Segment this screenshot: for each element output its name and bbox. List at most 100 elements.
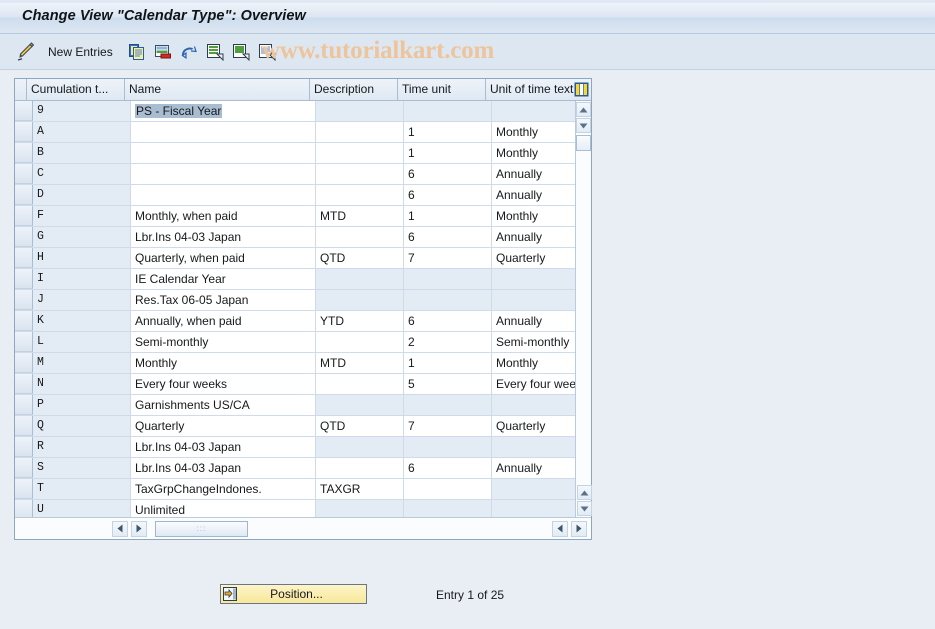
position-button[interactable]: Position... [220,584,367,604]
cell-description[interactable] [316,458,404,478]
cell-time-unit[interactable] [404,269,492,289]
cell-cumulation-type[interactable]: U [33,500,131,517]
cell-cumulation-type[interactable]: M [33,353,131,373]
row-selector-button[interactable] [15,374,33,394]
cell-time-unit[interactable] [404,437,492,457]
table-row[interactable]: H Quarterly, when paid QTD 7 Quarterly [15,248,591,269]
cell-description[interactable]: QTD [316,416,404,436]
undo-icon[interactable] [177,41,201,63]
header-time-unit[interactable]: Time unit [398,79,486,100]
table-row[interactable]: B 1 Monthly [15,143,591,164]
table-horizontal-scrollbar[interactable]: ::: [15,517,591,539]
cell-name[interactable]: Garnishments US/CA [131,395,316,415]
pencil-icon[interactable] [14,41,38,63]
cell-cumulation-type[interactable]: R [33,437,131,457]
cell-description[interactable]: MTD [316,206,404,226]
header-row-selector[interactable] [15,79,27,100]
cell-description[interactable] [316,437,404,457]
cell-cumulation-type[interactable]: 9 [33,101,131,121]
table-row[interactable]: J Res.Tax 06-05 Japan [15,290,591,311]
cell-name[interactable]: Monthly [131,353,316,373]
cell-name[interactable]: Quarterly, when paid [131,248,316,268]
row-selector-button[interactable] [15,269,33,289]
table-row[interactable]: P Garnishments US/CA [15,395,591,416]
scroll-thumb-vertical[interactable] [576,135,591,151]
cell-name[interactable]: Semi-monthly [131,332,316,352]
scroll-right-button[interactable] [131,520,147,537]
cell-cumulation-type[interactable]: Q [33,416,131,436]
new-entries-button[interactable]: New Entries [48,45,113,59]
cell-cumulation-type[interactable]: J [33,290,131,310]
cell-name[interactable]: Lbr.Ins 04-03 Japan [131,458,316,478]
row-selector-button[interactable] [15,500,33,517]
header-cumulation-type[interactable]: Cumulation t... [27,79,125,100]
cell-description[interactable] [316,143,404,163]
cell-description[interactable]: QTD [316,248,404,268]
cell-time-unit[interactable]: 1 [404,206,492,226]
scroll-far-left-button[interactable] [552,520,568,537]
cell-time-unit[interactable]: 6 [404,311,492,331]
cell-description[interactable] [316,290,404,310]
cell-name[interactable]: TaxGrpChangeIndones. [131,479,316,499]
cell-name[interactable] [131,185,316,205]
deselect-all-icon[interactable] [229,41,253,63]
cell-name[interactable]: Annually, when paid [131,311,316,331]
cell-description[interactable]: YTD [316,311,404,331]
row-selector-button[interactable] [15,206,33,226]
scroll-thumb-horizontal[interactable]: ::: [155,520,248,537]
table-row[interactable]: S Lbr.Ins 04-03 Japan 6 Annually [15,458,591,479]
cell-description[interactable] [316,185,404,205]
row-selector-button[interactable] [15,164,33,184]
cell-description[interactable] [316,332,404,352]
cell-cumulation-type[interactable]: B [33,143,131,163]
cell-time-unit[interactable]: 6 [404,227,492,247]
cell-name[interactable]: Lbr.Ins 04-03 Japan [131,437,316,457]
table-settings-icon[interactable] [574,82,590,98]
cell-time-unit[interactable]: 6 [404,458,492,478]
table-row[interactable]: 9 PS - Fiscal Year [15,101,591,122]
row-selector-button[interactable] [15,479,33,499]
cell-name[interactable] [131,164,316,184]
row-selector-button[interactable] [15,101,33,121]
cell-time-unit[interactable] [404,101,492,121]
cell-cumulation-type[interactable]: S [33,458,131,478]
cell-description[interactable] [316,395,404,415]
row-selector-button[interactable] [15,185,33,205]
cell-time-unit[interactable]: 7 [404,416,492,436]
table-row[interactable]: G Lbr.Ins 04-03 Japan 6 Annually [15,227,591,248]
cell-cumulation-type[interactable]: G [33,227,131,247]
table-row[interactable]: D 6 Annually [15,185,591,206]
table-row[interactable]: F Monthly, when paid MTD 1 Monthly [15,206,591,227]
copy-icon[interactable] [125,41,149,63]
cell-cumulation-type[interactable]: L [33,332,131,352]
cell-time-unit[interactable]: 6 [404,164,492,184]
row-selector-button[interactable] [15,395,33,415]
cell-time-unit[interactable] [404,500,492,517]
table-row[interactable]: M Monthly MTD 1 Monthly [15,353,591,374]
scroll-page-up-button[interactable] [576,485,592,500]
cell-time-unit[interactable]: 6 [404,185,492,205]
cell-description[interactable] [316,122,404,142]
row-selector-button[interactable] [15,353,33,373]
cell-description[interactable]: TAXGR [316,479,404,499]
row-selector-button[interactable] [15,311,33,331]
cell-cumulation-type[interactable]: F [33,206,131,226]
select-all-icon[interactable] [203,41,227,63]
table-row[interactable]: U Unlimited [15,500,591,517]
cell-name[interactable]: Monthly, when paid [131,206,316,226]
table-row[interactable]: R Lbr.Ins 04-03 Japan [15,437,591,458]
cell-name[interactable]: Res.Tax 06-05 Japan [131,290,316,310]
cell-name[interactable]: PS - Fiscal Year [131,101,316,121]
table-row[interactable]: I IE Calendar Year [15,269,591,290]
table-vertical-scrollbar[interactable] [575,101,592,517]
cell-name[interactable]: Lbr.Ins 04-03 Japan [131,227,316,247]
cell-description[interactable] [316,269,404,289]
scroll-down-button[interactable] [576,118,591,133]
header-name[interactable]: Name [125,79,310,100]
cell-name[interactable]: Quarterly [131,416,316,436]
cell-description[interactable]: MTD [316,353,404,373]
cell-name[interactable]: Unlimited [131,500,316,517]
cell-cumulation-type[interactable]: D [33,185,131,205]
cell-time-unit[interactable]: 1 [404,353,492,373]
scroll-left-button[interactable] [112,520,128,537]
